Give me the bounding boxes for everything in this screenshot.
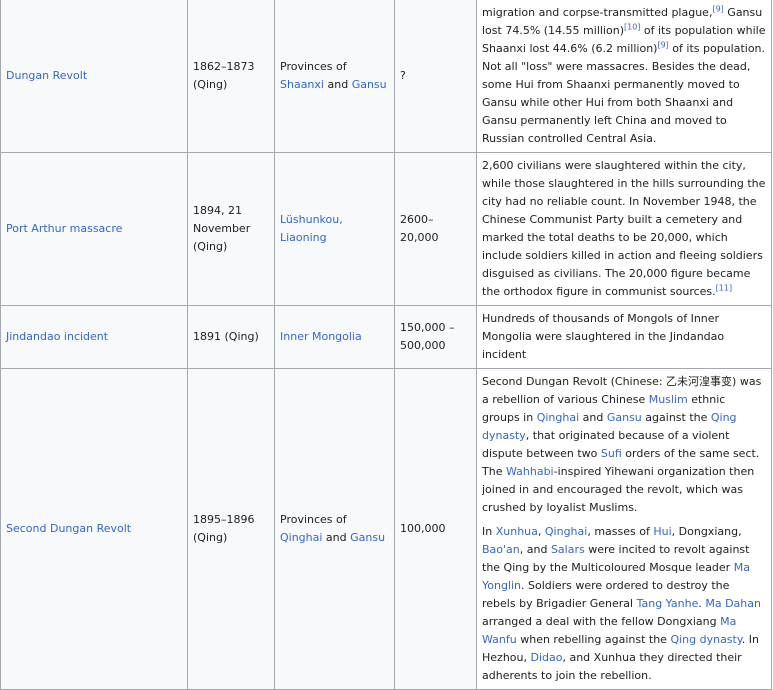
table-row: Port Arthur massacre 1894, 21 November (… xyxy=(0,152,772,306)
event-link[interactable]: Port Arthur massacre xyxy=(6,222,122,235)
text-run: 2,600 civilians were slaughtered within … xyxy=(482,159,766,298)
text-run: arranged a deal with the fellow Dongxian… xyxy=(482,615,721,628)
link-qing-dynasty[interactable]: Qing dynasty xyxy=(670,633,741,646)
deaths-cell: 100,000 xyxy=(394,368,477,690)
event-cell: Jindandao incident xyxy=(0,305,188,369)
location-cell: Inner Mongolia xyxy=(274,305,395,369)
link-shaanxi[interactable]: Shaanxi xyxy=(280,78,324,91)
date-cell: 1891 (Qing) xyxy=(187,305,275,369)
location-cell: Lüshunkou, Liaoning xyxy=(274,152,395,306)
text-run: Provinces of xyxy=(280,513,347,526)
link-tang-yanhe[interactable]: Tang Yanhe xyxy=(637,597,699,610)
link-xunhua[interactable]: Xunhua xyxy=(496,525,538,538)
link-hui[interactable]: Hui xyxy=(653,525,671,538)
table-row: Jindandao incident 1891 (Qing) Inner Mon… xyxy=(0,305,772,369)
event-cell: Second Dungan Revolt xyxy=(0,368,188,690)
table-row: Second Dungan Revolt 1895–1896 (Qing) Pr… xyxy=(0,368,772,690)
event-cell: Dungan Revolt xyxy=(0,0,188,153)
table-row: Dungan Revolt 1862–1873 (Qing) Provinces… xyxy=(0,0,772,153)
description-paragraph: migration and corpse-transmitted plague,… xyxy=(482,4,766,148)
description-cell: Second Dungan Revolt (Chinese: 乙未河湟事变) w… xyxy=(476,368,772,690)
description-cell: 2,600 civilians were slaughtered within … xyxy=(476,152,772,306)
description-paragraph: In Xunhua, Qinghai, masses of Hui, Dongx… xyxy=(482,523,766,685)
date-cell: 1862–1873 (Qing) xyxy=(187,0,275,153)
text-run: , Dongxiang, xyxy=(671,525,742,538)
citation-link[interactable]: [9] xyxy=(712,4,723,13)
citation-link[interactable]: [11] xyxy=(716,283,732,292)
text-run: , xyxy=(537,525,545,538)
link-muslim[interactable]: Muslim xyxy=(649,393,688,406)
link-gansu[interactable]: Gansu xyxy=(607,411,642,424)
deaths-cell: 150,000 – 500,000 xyxy=(394,305,477,369)
link-wahhabi[interactable]: Wahhabi xyxy=(506,465,554,478)
text-run: Provinces of xyxy=(280,60,347,73)
link-bao-an[interactable]: Bao'an xyxy=(482,543,520,556)
text-run: , and xyxy=(519,543,551,556)
text-run: and xyxy=(322,531,351,544)
date-cell: 1895–1896 (Qing) xyxy=(187,368,275,690)
deaths-cell: ? xyxy=(394,0,477,153)
text-run: migration and corpse-transmitted plague, xyxy=(482,6,713,19)
text-run: , masses of xyxy=(587,525,654,538)
link-gansu[interactable]: Gansu xyxy=(352,78,387,91)
location-cell: Provinces of Shaanxi and Gansu xyxy=(274,0,395,153)
link-qinghai[interactable]: Qinghai xyxy=(537,411,579,424)
link-salars[interactable]: Salars xyxy=(551,543,585,556)
link-gansu[interactable]: Gansu xyxy=(350,531,385,544)
date-cell: 1894, 21 November (Qing) xyxy=(187,152,275,306)
description-paragraph: Second Dungan Revolt (Chinese: 乙未河湟事变) w… xyxy=(482,373,766,517)
link-ma-dahan[interactable]: Ma Dahan xyxy=(705,597,761,610)
massacres-table: Dungan Revolt 1862–1873 (Qing) Provinces… xyxy=(0,0,772,690)
event-link[interactable]: Second Dungan Revolt xyxy=(6,522,131,535)
event-cell: Port Arthur massacre xyxy=(0,152,188,306)
link-sufi[interactable]: Sufi xyxy=(601,447,622,460)
text-run: against the xyxy=(641,411,711,424)
event-link[interactable]: Jindandao incident xyxy=(6,330,108,343)
text-run: and xyxy=(323,78,352,91)
citation-link[interactable]: [9] xyxy=(657,40,668,49)
link-qinghai[interactable]: Qinghai xyxy=(280,531,322,544)
location-cell: Provinces of Qinghai and Gansu xyxy=(274,368,395,690)
description-cell: migration and corpse-transmitted plague,… xyxy=(476,0,772,153)
text-run: In xyxy=(482,525,496,538)
deaths-cell: 2600–20,000 xyxy=(394,152,477,306)
link-didao[interactable]: Didao xyxy=(530,651,562,664)
link-l-shunkou-liaoning[interactable]: Lüshunkou, Liaoning xyxy=(280,213,343,244)
description-cell: Hundreds of thousands of Mongols of Inne… xyxy=(476,305,772,369)
text-run: when rebelling against the xyxy=(516,633,671,646)
text-run: and xyxy=(579,411,607,424)
text-run: Hundreds of thousands of Mongols of Inne… xyxy=(482,312,725,361)
event-link[interactable]: Dungan Revolt xyxy=(6,69,87,82)
link-qinghai[interactable]: Qinghai xyxy=(545,525,587,538)
description-paragraph: 2,600 civilians were slaughtered within … xyxy=(482,157,766,301)
description-paragraph: Hundreds of thousands of Mongols of Inne… xyxy=(482,310,766,364)
citation-link[interactable]: [10] xyxy=(624,22,640,31)
link-inner-mongolia[interactable]: Inner Mongolia xyxy=(280,330,362,343)
text-run: of its population. Not all "loss" were m… xyxy=(482,42,766,145)
